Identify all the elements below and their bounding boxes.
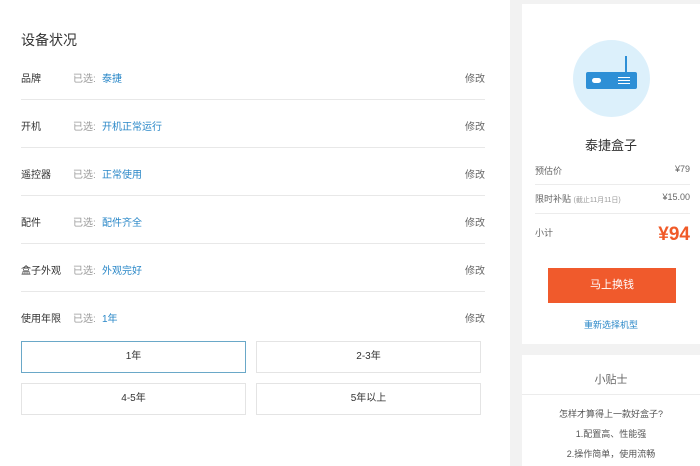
divider <box>535 184 690 185</box>
option-4-5-years[interactable]: 4-5年 <box>21 383 246 415</box>
divider <box>535 213 690 214</box>
row-label: 使用年限 <box>21 314 61 325</box>
estimate-value: ¥79 <box>674 164 690 174</box>
subsidy-note: (截止11月11日) <box>573 197 621 204</box>
tip-line: 2.操作简单，使用流畅 <box>566 449 656 459</box>
selected-prefix: 已选: <box>73 170 96 181</box>
subsidy-value: ¥15.00 <box>662 192 690 202</box>
status-row-brand: 品牌 已选: 泰捷 修改 <box>21 52 485 100</box>
row-label: 遥控器 <box>21 170 51 181</box>
subtotal-value: ¥94 <box>658 224 690 245</box>
status-row-usage-years: 使用年限 已选: 1年 修改 <box>21 292 485 340</box>
selected-value: 正常使用 <box>102 170 142 181</box>
device-status-panel: 设备状况 品牌 已选: 泰捷 修改 开机 已选: 开机正常运行 修改 遥控器 已… <box>0 0 510 466</box>
option-1-year[interactable]: 1年 <box>21 341 246 373</box>
selected-prefix: 已选: <box>73 218 96 229</box>
reselect-model-link[interactable]: 重新选择机型 <box>522 318 700 331</box>
selected-value: 1年 <box>102 314 118 325</box>
selected-prefix: 已选: <box>73 266 96 277</box>
router-icon <box>573 40 650 117</box>
subtotal-label: 小计 <box>535 228 554 238</box>
row-label: 开机 <box>21 122 41 133</box>
divider <box>522 394 700 395</box>
row-label: 盒子外观 <box>21 266 61 277</box>
subsidy-line: 限时补贴 (截止11月11日) ¥15.00 <box>535 192 690 205</box>
modify-button[interactable]: 修改 <box>465 166 485 181</box>
status-row-accessories: 配件 已选: 配件齐全 修改 <box>21 196 485 244</box>
modify-button[interactable]: 修改 <box>465 310 485 325</box>
status-row-remote: 遥控器 已选: 正常使用 修改 <box>21 148 485 196</box>
row-label: 品牌 <box>21 74 41 85</box>
tips-title: 小贴士 <box>594 374 628 386</box>
tip-line: 1.配置高、性能强 <box>575 429 647 439</box>
section-title: 设备状况 <box>21 32 77 48</box>
subsidy-label: 限时补贴 <box>535 194 572 204</box>
selected-value: 泰捷 <box>102 74 122 85</box>
selected-value: 外观完好 <box>102 266 142 277</box>
tip-line: 怎样才算得上一款好盒子? <box>558 409 663 419</box>
option-5-plus-years[interactable]: 5年以上 <box>256 383 481 415</box>
selected-prefix: 已选: <box>73 74 96 85</box>
modify-button[interactable]: 修改 <box>465 262 485 277</box>
row-label: 配件 <box>21 218 41 229</box>
option-2-3-years[interactable]: 2-3年 <box>256 341 481 373</box>
cash-out-button[interactable]: 马上换钱 <box>548 268 676 303</box>
selected-prefix: 已选: <box>73 122 96 133</box>
estimate-label: 预估价 <box>535 166 563 176</box>
modify-button[interactable]: 修改 <box>465 118 485 133</box>
price-summary-card: 泰捷盒子 预估价 ¥79 限时补贴 (截止11月11日) ¥15.00 小计 ¥… <box>522 4 700 344</box>
selected-value: 开机正常运行 <box>102 122 162 133</box>
status-row-power: 开机 已选: 开机正常运行 修改 <box>21 100 485 148</box>
modify-button[interactable]: 修改 <box>465 70 485 85</box>
estimate-price-line: 预估价 ¥79 <box>535 164 690 177</box>
modify-button[interactable]: 修改 <box>465 214 485 229</box>
selected-value: 配件齐全 <box>102 218 142 229</box>
product-name: 泰捷盒子 <box>584 138 637 153</box>
selected-prefix: 已选: <box>73 314 96 325</box>
tips-card: 小贴士 怎样才算得上一款好盒子? 1.配置高、性能强 2.操作简单，使用流畅 <box>522 355 700 466</box>
status-row-appearance: 盒子外观 已选: 外观完好 修改 <box>21 244 485 292</box>
